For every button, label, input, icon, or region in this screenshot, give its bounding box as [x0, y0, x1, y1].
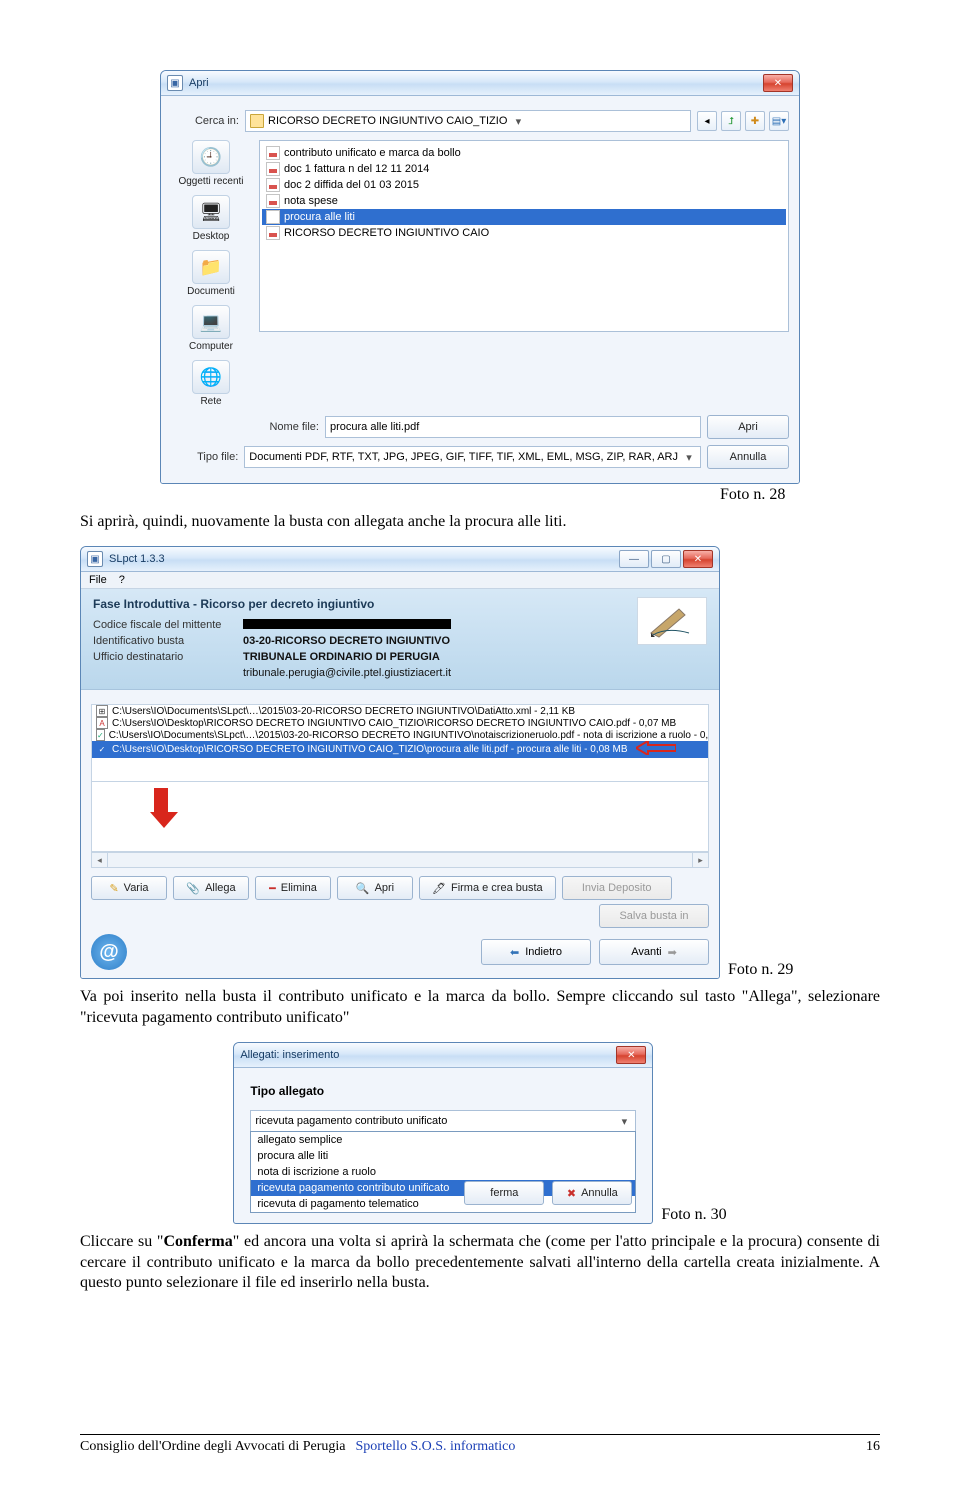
- file-row[interactable]: doc 2 diffida del 01 03 2015: [262, 177, 786, 193]
- forward-button[interactable]: Avanti➡: [599, 939, 709, 965]
- filetype-label: Tipo file:: [171, 451, 238, 463]
- allegati-dialog: Allegati: inserimento ✕ Tipo allegato ri…: [233, 1042, 653, 1224]
- pdf-icon: [266, 178, 280, 192]
- minimize-icon[interactable]: —: [619, 550, 649, 568]
- footer-service: Sportello S.O.S. informatico: [356, 1439, 516, 1455]
- file-row[interactable]: procura alle liti: [262, 209, 786, 225]
- dropdown-option[interactable]: procura alle liti: [251, 1148, 635, 1164]
- arrow-down-icon: [150, 788, 172, 828]
- list-item: ⊞C:\Users\IO\Documents\SLpct\…\2015\03-2…: [92, 705, 708, 717]
- dropdown-option[interactable]: allegato semplice: [251, 1132, 635, 1148]
- page-number: 16: [866, 1439, 880, 1455]
- firma-button[interactable]: 🖊Firma e crea busta: [419, 876, 556, 900]
- cancel-button[interactable]: ✖Annulla: [552, 1181, 632, 1205]
- file-row[interactable]: doc 1 fattura n del 12 11 2014: [262, 161, 786, 177]
- body-text: Va poi inserito nella busta il contribut…: [80, 987, 880, 1028]
- apri-button[interactable]: 🔍Apri: [337, 876, 413, 900]
- attachment-list[interactable]: ⊞C:\Users\IO\Documents\SLpct\…\2015\03-2…: [91, 704, 709, 782]
- cancel-button[interactable]: Annulla: [707, 445, 789, 469]
- chevron-down-icon: ▾: [682, 450, 696, 464]
- pdf-icon: [266, 226, 280, 240]
- dialog-title: Allegati: inserimento: [240, 1049, 616, 1061]
- file-row[interactable]: RICORSO DECRETO INGIUNTIVO CAIO: [262, 225, 786, 241]
- filetype-combo[interactable]: Documenti PDF, RTF, TXT, JPG, JPEG, GIF,…: [244, 446, 701, 468]
- close-icon[interactable]: ✕: [683, 550, 713, 568]
- file-row[interactable]: nota spese: [262, 193, 786, 209]
- caption: Foto n. 28: [720, 486, 880, 504]
- invia-button[interactable]: Invia Deposito: [562, 876, 672, 900]
- folder-icon: [250, 114, 264, 128]
- wizard-dialog: ▣ SLpct 1.3.3 — ▢ ✕ File ? Fase Introdut…: [80, 546, 720, 979]
- arrow-left-icon: [636, 741, 676, 758]
- file-row[interactable]: contributo unificato e marca da bollo: [262, 145, 786, 161]
- titlebar: ▣ Apri ✕: [161, 71, 799, 96]
- pdf-icon: [266, 194, 280, 208]
- places-recent[interactable]: 🕘Oggetti recenti: [176, 140, 246, 187]
- titlebar: ▣ SLpct 1.3.3 — ▢ ✕: [81, 547, 719, 572]
- chevron-down-icon: ▾: [617, 1114, 631, 1128]
- open-file-dialog: ▣ Apri ✕ Cerca in: RICORSO DECRETO INGIU…: [160, 70, 800, 484]
- at-icon: @: [91, 934, 127, 970]
- body-text: Si aprirà, quindi, nuovamente la busta c…: [80, 512, 880, 532]
- pdf-icon: [266, 146, 280, 160]
- open-button[interactable]: Apri: [707, 415, 789, 439]
- dropdown-option[interactable]: nota di iscrizione a ruolo: [251, 1164, 635, 1180]
- app-icon: ▣: [87, 551, 103, 567]
- back-button[interactable]: ◂: [697, 111, 717, 131]
- allega-button[interactable]: 📎Allega: [173, 876, 249, 900]
- page-footer: Consiglio dell'Ordine degli Avvocati di …: [80, 1434, 880, 1455]
- folder-combo[interactable]: RICORSO DECRETO INGIUNTIVO CAIO_TIZIO ▾: [245, 110, 691, 132]
- dialog-title: SLpct 1.3.3: [109, 553, 619, 565]
- close-icon[interactable]: ✕: [763, 74, 793, 92]
- menu-file[interactable]: File: [89, 574, 107, 586]
- places-network[interactable]: 🌐Rete: [176, 360, 246, 407]
- list-item: ✓C:\Users\IO\Documents\SLpct\…\2015\03-2…: [92, 729, 708, 741]
- list-item: AC:\Users\IO\Desktop\RICORSO DECRETO ING…: [92, 717, 708, 729]
- dialog-title: Apri: [189, 77, 763, 89]
- menu-help[interactable]: ?: [119, 574, 125, 586]
- salva-button[interactable]: Salva busta in: [599, 904, 709, 928]
- footer-org: Consiglio dell'Ordine degli Avvocati di …: [80, 1439, 346, 1455]
- up-button[interactable]: ⮥: [721, 111, 741, 131]
- redacted-value: [243, 619, 451, 629]
- file-list[interactable]: contributo unificato e marca da bollo do…: [259, 140, 789, 332]
- pdf-icon: [266, 162, 280, 176]
- type-label: Tipo allegato: [250, 1084, 636, 1098]
- places-desktop[interactable]: 🖥Desktop: [176, 195, 246, 242]
- pdf-icon: [266, 210, 280, 224]
- body-text: Cliccare su "Conferma" ed ancora una vol…: [80, 1232, 880, 1293]
- new-folder-button[interactable]: ✚: [745, 111, 765, 131]
- view-menu-button[interactable]: ▤▾: [769, 111, 789, 131]
- places-bar: 🕘Oggetti recenti 🖥Desktop 📁Documenti 💻Co…: [171, 140, 251, 407]
- filename-input[interactable]: procura alle liti.pdf: [325, 416, 701, 438]
- chevron-down-icon: ▾: [511, 114, 525, 128]
- caption: Foto n. 30: [661, 1206, 726, 1224]
- places-computer[interactable]: 💻Computer: [176, 305, 246, 352]
- varia-button[interactable]: ✎Varia: [91, 876, 167, 900]
- back-button[interactable]: ⬅Indietro: [481, 939, 591, 965]
- places-documents[interactable]: 📁Documenti: [176, 250, 246, 297]
- current-folder: RICORSO DECRETO INGIUNTIVO CAIO_TIZIO: [268, 115, 507, 127]
- pen-icon: [637, 597, 707, 645]
- titlebar: Allegati: inserimento ✕: [234, 1043, 652, 1068]
- filename-label: Nome file:: [171, 421, 319, 433]
- confirm-button[interactable]: ferma: [464, 1181, 544, 1205]
- search-in-label: Cerca in:: [171, 115, 239, 127]
- app-icon: ▣: [167, 75, 183, 91]
- horizontal-scrollbar[interactable]: ◂▸: [91, 852, 709, 868]
- elimina-button[interactable]: ━Elimina: [255, 876, 331, 900]
- list-item: ✓C:\Users\IO\Desktop\RICORSO DECRETO ING…: [92, 741, 708, 758]
- phase-title: Fase Introduttiva - Ricorso per decreto …: [93, 597, 451, 611]
- close-icon[interactable]: ✕: [616, 1046, 646, 1064]
- type-combo[interactable]: ricevuta pagamento contributo unificato …: [250, 1110, 636, 1132]
- caption: Foto n. 29: [728, 961, 793, 979]
- maximize-icon[interactable]: ▢: [651, 550, 681, 568]
